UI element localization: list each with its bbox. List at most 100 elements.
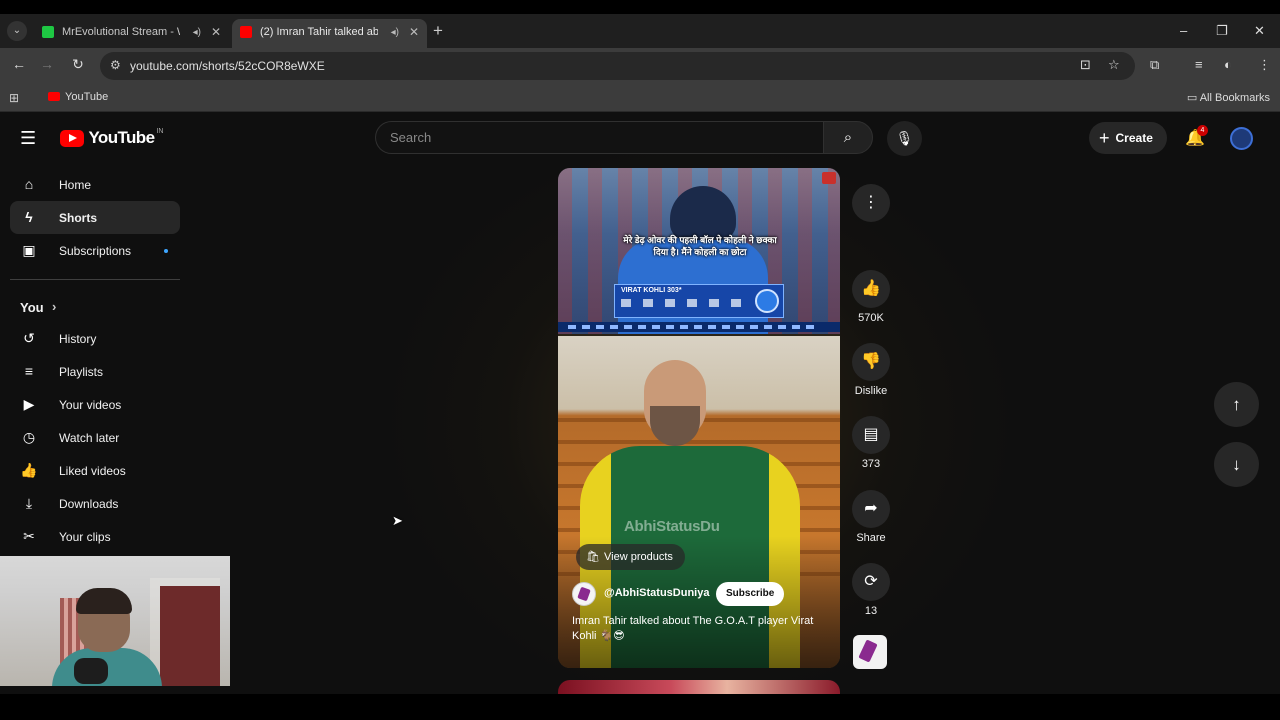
video-watermark: AbhiStatusDu	[624, 518, 720, 535]
comment-action: ▤ 373	[850, 416, 892, 470]
youtube-logo[interactable]: YouTube IN	[60, 128, 163, 148]
view-products-button[interactable]: 🛍 View products	[576, 544, 685, 570]
share-icon: ➦	[864, 500, 878, 517]
like-button[interactable]: 👍	[852, 270, 890, 308]
sidebar-item-your-clips[interactable]: ✂ Your clips	[10, 520, 180, 553]
mouse-cursor-icon: ➤	[392, 513, 403, 528]
sidebar-item-label: Shorts	[59, 211, 98, 225]
webcam-curtain-right	[160, 586, 220, 686]
like-action: 👍 570K	[850, 270, 892, 324]
search-icon: ⌕	[843, 129, 853, 146]
forward-icon[interactable]: →	[37, 56, 57, 72]
account-avatar[interactable]	[1230, 127, 1253, 150]
streamer-hair	[76, 588, 132, 614]
sound-thumbnail[interactable]	[853, 635, 887, 669]
sidebar-item-downloads[interactable]: ⤓ Downloads	[10, 487, 180, 520]
sidebar-item-your-videos[interactable]: ▶ Your videos	[10, 388, 180, 421]
comments-button[interactable]: ▤	[852, 416, 890, 454]
screen-bottom-bar	[0, 694, 1280, 720]
dislike-button[interactable]: 👎	[852, 343, 890, 381]
sidebar-item-history[interactable]: ↺ History	[10, 322, 180, 355]
shopping-bag-icon: 🛍	[586, 551, 600, 563]
remix-button[interactable]: ⟳	[852, 563, 890, 601]
bookmark-label: YouTube	[65, 91, 109, 103]
tab-search-button[interactable]: ⌄	[7, 21, 27, 41]
next-short-preview[interactable]	[558, 680, 840, 694]
video-top-panel: मेरे डेढ़ ओवर की पहली बॉल पे कोहली ने छक…	[558, 168, 840, 334]
share-button[interactable]: ➦	[852, 490, 890, 528]
subscribe-button[interactable]: Subscribe	[716, 582, 785, 606]
more-options-button[interactable]: ⋮	[852, 184, 890, 222]
you-label: You	[20, 300, 44, 315]
plus-icon: +	[1099, 128, 1110, 148]
remix-icon: ⟳	[864, 573, 878, 590]
menu-icon[interactable]: ☰	[20, 128, 36, 149]
browser-menu-icon[interactable]: ⋮	[1258, 57, 1271, 73]
browser-tab-1[interactable]: MrEvolutional Stream - Wr ◂) ✕	[34, 19, 229, 48]
shorts-video-player[interactable]: मेरे डेढ़ ओवर की पहली बॉल पे कोहली ने छक…	[558, 168, 840, 668]
comment-count: 373	[861, 458, 881, 470]
youtube-bookmark-icon	[48, 92, 60, 101]
sidebar-item-liked-videos[interactable]: 👍 Liked videos	[10, 454, 180, 487]
profile-icon[interactable]: ◐	[1224, 57, 1232, 72]
channel-avatar[interactable]	[572, 582, 596, 606]
browser-tab-2[interactable]: (2) Imran Tahir talked abou ◂) ✕	[232, 19, 427, 48]
media-control-icon[interactable]: ≡	[1195, 57, 1203, 72]
reload-icon[interactable]: ↻	[68, 56, 88, 73]
sidebar-item-playlists[interactable]: ≡ Playlists	[10, 355, 180, 388]
search-input[interactable]	[376, 122, 823, 153]
apps-grid-icon[interactable]: ⊞	[9, 91, 19, 105]
playlists-icon: ≡	[24, 363, 34, 379]
previous-short-button[interactable]: ↑	[1214, 382, 1259, 427]
video-caption[interactable]: Imran Tahir talked about The G.O.A.T pla…	[572, 614, 828, 644]
streamer-microphone	[74, 658, 108, 684]
sidebar-item-home[interactable]: ⌂ Home	[10, 168, 180, 201]
sidebar-item-shorts[interactable]: ϟ Shorts	[10, 201, 180, 234]
close-window-icon[interactable]: ✕	[1254, 14, 1265, 48]
more-vert-icon: ⋮	[863, 194, 879, 211]
scorecard-stats	[621, 299, 741, 307]
new-tab-button[interactable]: +	[433, 14, 443, 48]
restore-icon[interactable]: ❐	[1216, 14, 1228, 48]
channel-name[interactable]: @AbhiStatusDuniya	[604, 587, 709, 599]
dislike-label: Dislike	[854, 385, 888, 397]
address-bar[interactable]: ⚙ youtube.com/shorts/52cCOR8eWXE ⊡ ☆	[100, 52, 1135, 80]
sidebar-you-header[interactable]: You ›	[10, 292, 180, 322]
history-icon: ↺	[23, 330, 35, 346]
home-icon: ⌂	[24, 176, 34, 192]
back-icon[interactable]: ←	[9, 56, 29, 72]
tab-title: MrEvolutional Stream - Wr	[62, 26, 180, 38]
bookmark-star-icon[interactable]: ☆	[1108, 57, 1120, 73]
extensions-icon[interactable]: ⧉	[1150, 57, 1159, 73]
create-label: Create	[1115, 131, 1153, 145]
sidebar-item-label: Playlists	[59, 365, 104, 379]
close-tab-icon[interactable]: ✕	[409, 19, 419, 46]
dislike-action: 👎 Dislike	[850, 343, 892, 397]
webcam-overlay	[0, 556, 230, 686]
kick-favicon-icon	[42, 26, 54, 38]
voice-search-button[interactable]: 🎙	[887, 121, 922, 156]
search-box[interactable]	[375, 121, 823, 154]
browser-tab-strip: ⌄ MrEvolutional Stream - Wr ◂) ✕ (2) Imr…	[0, 14, 1280, 48]
share-label: Share	[856, 532, 886, 544]
sidebar-item-label: Liked videos	[59, 464, 126, 478]
install-app-icon[interactable]: ⊡	[1080, 57, 1091, 73]
next-short-button[interactable]: ↓	[1214, 442, 1259, 487]
watch-later-icon: ◷	[22, 429, 36, 445]
close-tab-icon[interactable]: ✕	[211, 19, 221, 46]
sidebar-item-subscriptions[interactable]: ▣ Subscriptions	[10, 234, 180, 267]
youtube-play-icon	[60, 129, 84, 147]
bookmark-youtube[interactable]: YouTube	[48, 91, 108, 103]
downloads-icon: ⤓	[25, 495, 33, 511]
search-button[interactable]: ⌕	[823, 121, 873, 154]
site-info-icon[interactable]: ⚙	[110, 58, 121, 72]
remix-action: ⟳ 13	[850, 563, 892, 617]
minimize-icon[interactable]: –	[1180, 14, 1187, 48]
channel-badge-icon	[822, 172, 836, 184]
hindi-subtitle: मेरे डेढ़ ओवर की पहली बॉल पे कोहली ने छक…	[623, 235, 777, 257]
sidebar-item-watch-later[interactable]: ◷ Watch later	[10, 421, 180, 454]
create-button[interactable]: + Create	[1089, 122, 1167, 154]
screen-top-bar	[0, 0, 1280, 14]
clips-icon: ✂	[23, 528, 35, 544]
all-bookmarks-button[interactable]: ▭ All Bookmarks	[1187, 91, 1270, 104]
